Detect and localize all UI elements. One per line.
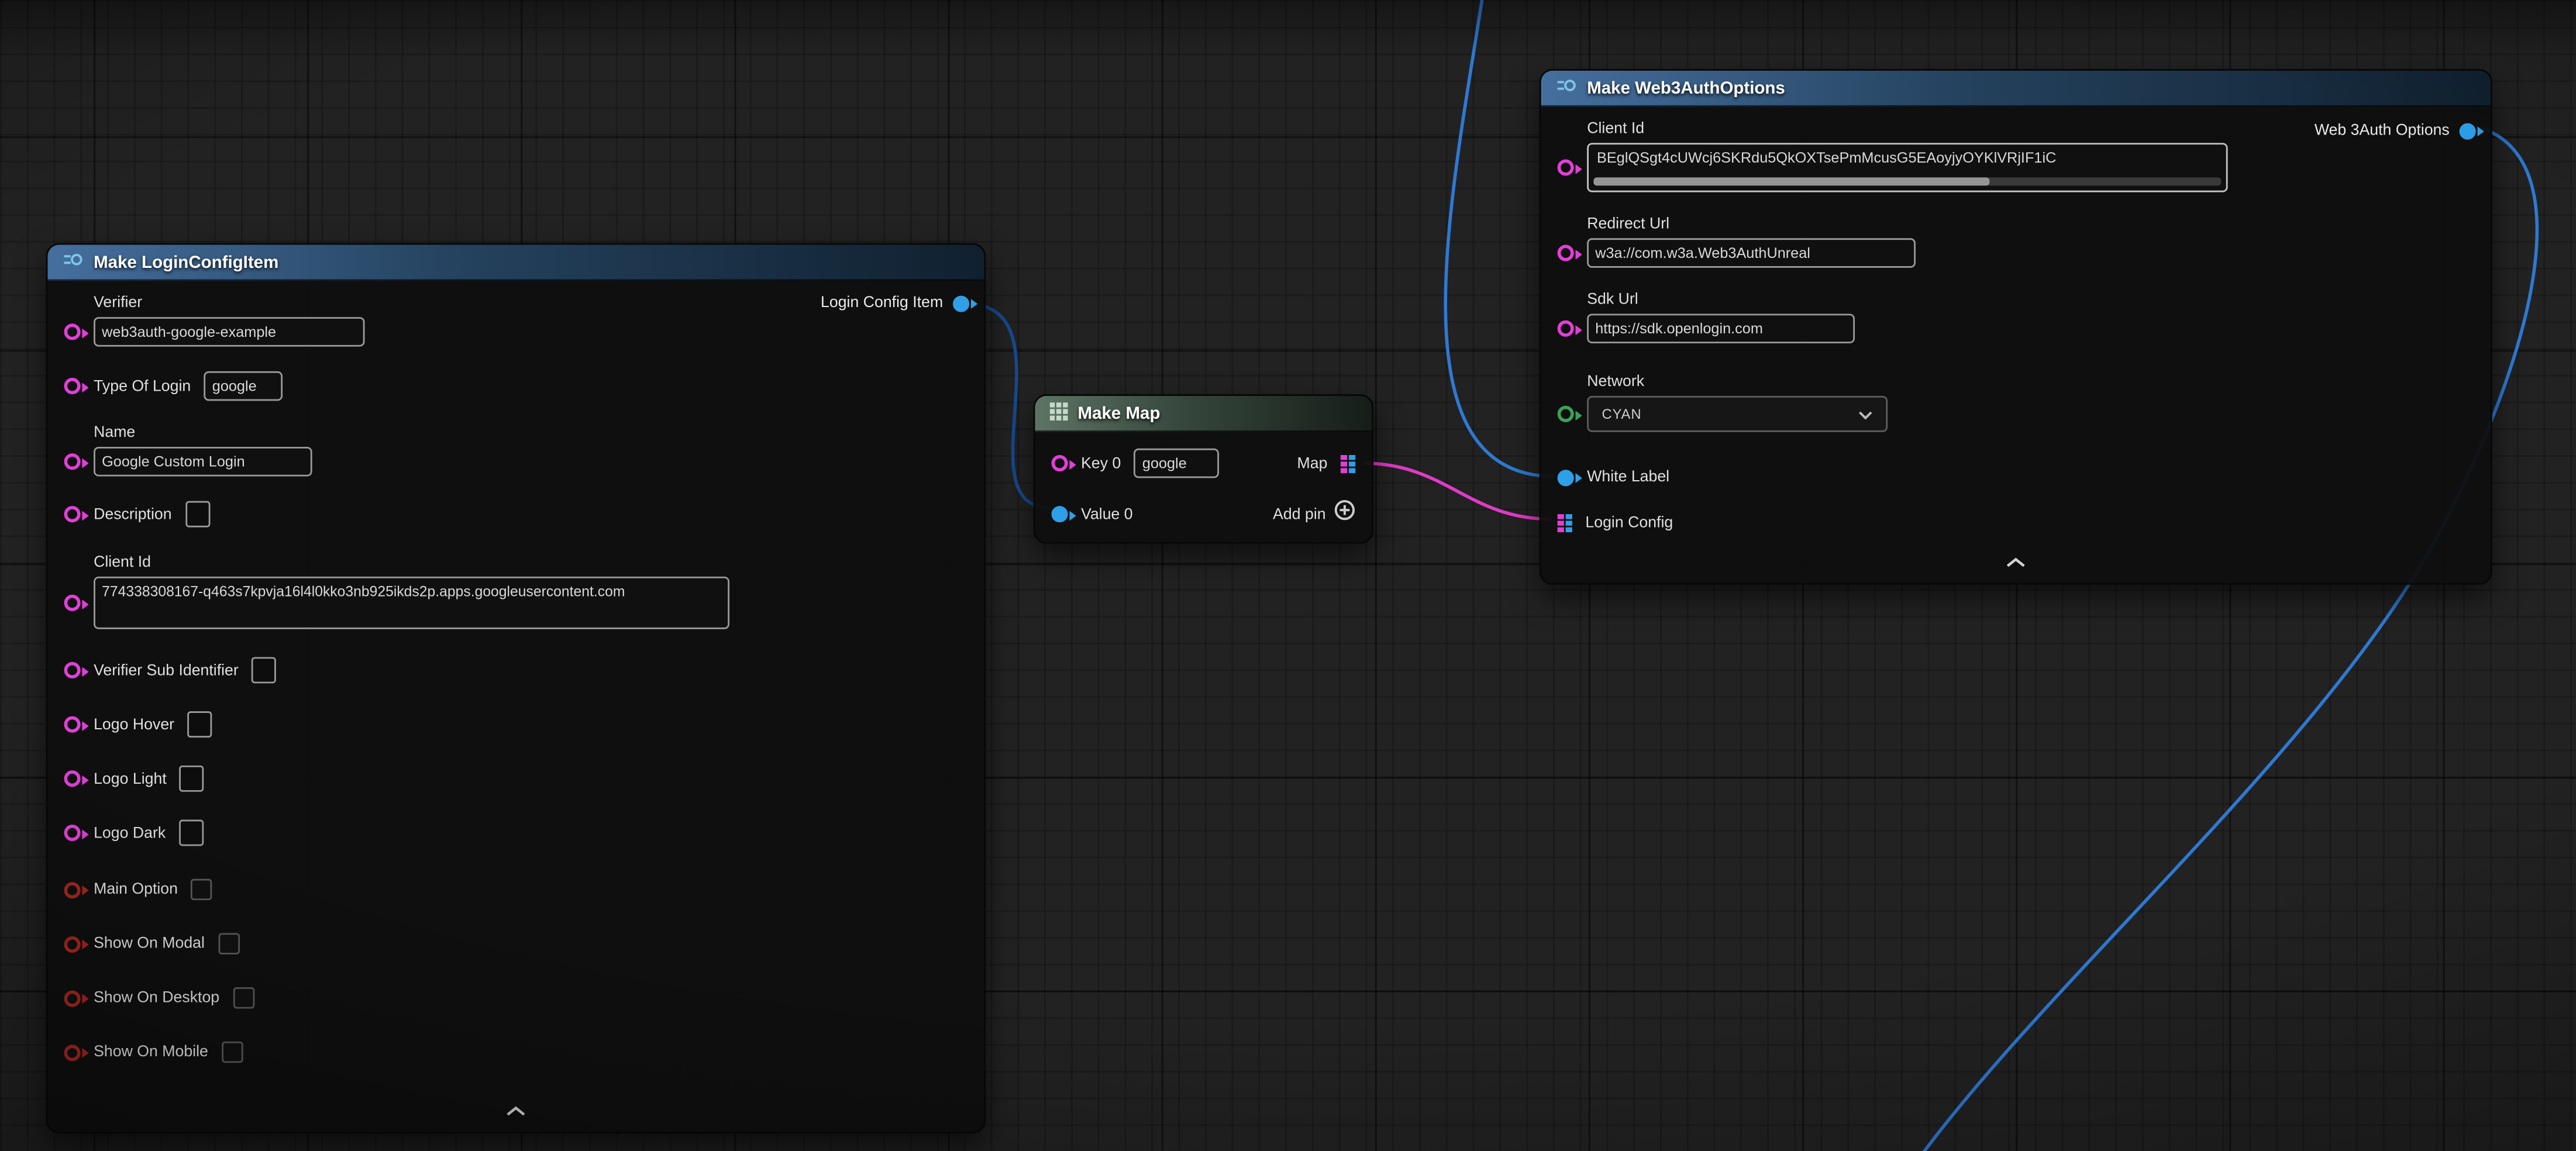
show-on-modal-checkbox[interactable] [218,933,239,954]
client-id-input[interactable]: 774338308167-q463s7kpvja16l4l0kko3nb925i… [94,577,729,629]
show-on-modal-label: Show On Modal [94,935,205,953]
pin-show-on-desktop[interactable] [64,990,81,1006]
output-label: Web 3Auth Options [2315,122,2450,140]
node-title: Make LoginConfigItem [94,252,278,272]
main-option-label: Main Option [94,880,178,898]
make-struct-icon [63,250,84,274]
add-pin-button[interactable]: Add pin [1273,499,1355,529]
client-id-scrollbar-track [1593,177,2221,185]
make-struct-icon [1556,75,1578,100]
node-header-make-web3authoptions[interactable]: Make Web3AuthOptions [1541,71,2491,107]
node-make-web3authoptions[interactable]: Make Web3AuthOptions Web 3Auth Options C… [1540,69,2492,585]
show-on-mobile-checkbox[interactable] [221,1042,243,1063]
pin-logo-hover[interactable] [64,716,81,733]
type-of-login-input[interactable] [204,371,283,401]
logo-dark-input[interactable] [179,820,204,846]
verifier-sub-identifier-input[interactable] [252,657,276,683]
show-on-mobile-label: Show On Mobile [94,1043,208,1062]
logo-hover-label: Logo Hover [94,715,174,733]
add-pin-label: Add pin [1273,505,1326,523]
node-make-map[interactable]: Make Map Key 0 Map Value 0 Add pin [1034,394,1373,544]
collapse-chevron-icon[interactable] [504,1095,527,1125]
pin-sdk-url[interactable] [1558,321,1574,337]
node-header-make-map[interactable]: Make Map [1035,396,1372,432]
pin-verifier-sub-identifier[interactable] [64,662,81,678]
key-0-label: Key 0 [1081,454,1121,473]
pin-login-config[interactable] [1558,514,1572,532]
redirect-url-label: Redirect Url [1587,215,1916,233]
blueprint-canvas[interactable]: Make LoginConfigItem Login Config Item V… [0,0,2576,1151]
logo-light-input[interactable] [180,766,204,792]
node-title: Make Web3AuthOptions [1587,78,1785,98]
client-id-scrollbar-thumb[interactable] [1593,177,1989,185]
pin-description[interactable] [64,506,81,522]
map-output-label: Map [1297,454,1328,473]
node-title: Make Map [1078,404,1160,423]
value-0-label: Value 0 [1081,505,1133,523]
type-of-login-label: Type Of Login [94,377,191,395]
description-label: Description [94,505,172,523]
sdk-url-label: Sdk Url [1587,291,1855,309]
pin-web3auth-options-output[interactable] [2460,122,2476,139]
pin-redirect-url[interactable] [1558,244,1574,261]
collapse-chevron-icon[interactable] [2005,547,2027,577]
node-header-make-loginconfigitem[interactable]: Make LoginConfigItem [47,244,984,281]
pin-name[interactable] [64,453,81,470]
redirect-url-input[interactable] [1587,238,1916,268]
pin-logo-light[interactable] [64,770,81,787]
client-id-value: BEglQSgt4cUWcj6SKRdu5QkOXTsePmMcusG5EAoy… [1589,144,2226,166]
make-map-icon [1050,402,1068,425]
show-on-desktop-label: Show On Desktop [94,989,219,1007]
login-config-label: Login Config [1585,514,1673,532]
key-0-input[interactable] [1134,449,1220,478]
wire-to-white-label[interactable] [1445,0,1554,477]
show-on-desktop-checkbox[interactable] [233,987,254,1009]
pin-verifier[interactable] [64,323,81,340]
pin-value-0[interactable] [1052,506,1068,522]
name-label: Name [94,424,312,442]
description-input[interactable] [185,501,209,528]
verifier-input[interactable] [94,317,364,347]
pin-login-config-item-output[interactable] [953,295,969,311]
pin-main-option[interactable] [64,881,81,898]
add-pin-plus-icon [1334,499,1356,529]
pin-client-id[interactable] [1558,159,1574,175]
pin-logo-dark[interactable] [64,825,81,841]
pin-type-of-login[interactable] [64,378,81,394]
pin-key-0[interactable] [1052,455,1068,471]
sdk-url-input[interactable] [1587,313,1855,343]
logo-light-label: Logo Light [94,770,167,788]
pin-client-id[interactable] [64,595,81,611]
network-dropdown[interactable]: CYAN [1587,396,1888,432]
client-id-label: Client Id [94,554,729,572]
network-label: Network [1587,373,1888,391]
client-id-label: Client Id [1587,120,2227,138]
pin-show-on-modal[interactable] [64,936,81,952]
client-id-input[interactable]: BEglQSgt4cUWcj6SKRdu5QkOXTsePmMcusG5EAoy… [1587,143,2227,192]
name-input[interactable] [94,447,312,477]
main-option-checkbox[interactable] [191,879,212,901]
pin-map-output[interactable] [1341,454,1355,473]
pin-network[interactable] [1558,406,1574,422]
logo-hover-input[interactable] [188,711,212,738]
node-make-loginconfigitem[interactable]: Make LoginConfigItem Login Config Item V… [46,243,986,1133]
pin-show-on-mobile[interactable] [64,1044,81,1060]
verifier-label: Verifier [94,294,364,312]
verifier-sub-identifier-label: Verifier Sub Identifier [94,661,239,680]
network-value: CYAN [1602,406,1641,422]
output-label: Login Config Item [821,294,943,312]
pin-white-label[interactable] [1558,469,1574,485]
chevron-down-icon [1858,399,1873,429]
white-label-label: White Label [1587,468,1669,486]
logo-dark-label: Logo Dark [94,824,166,842]
